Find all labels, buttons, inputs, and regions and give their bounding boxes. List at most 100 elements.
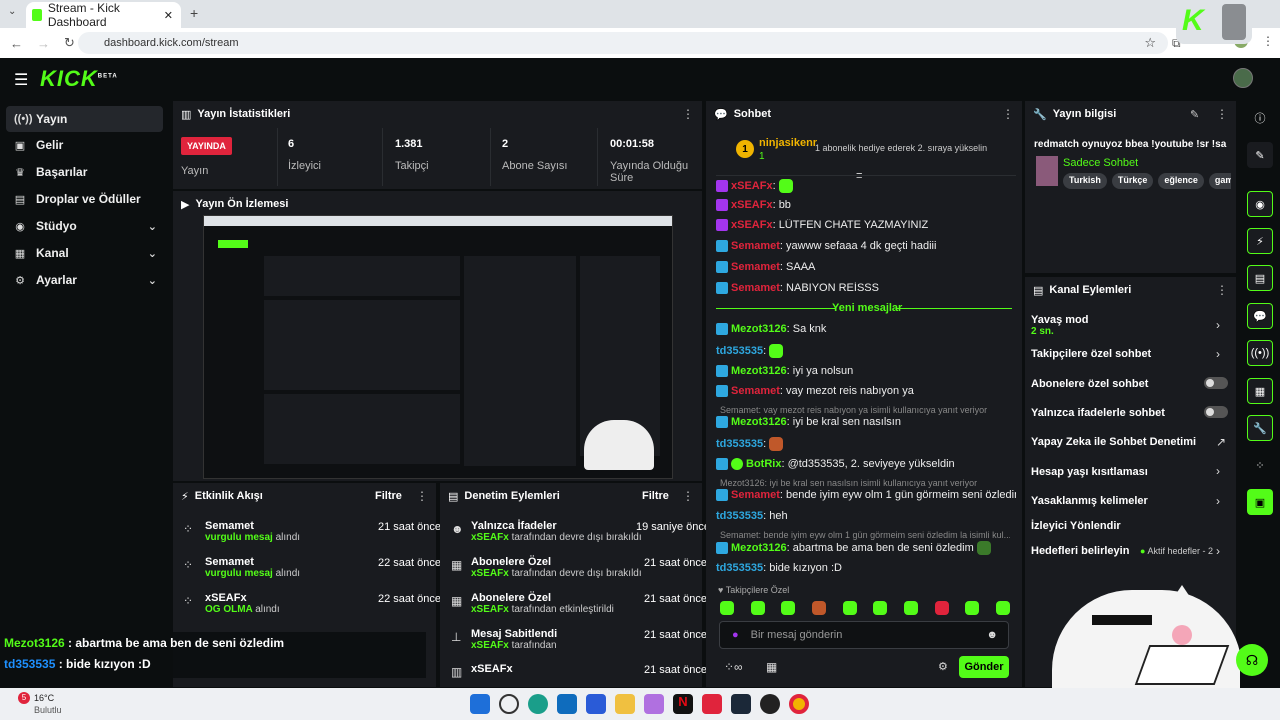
category-name[interactable]: Sadece Sohbet (1063, 157, 1138, 169)
youtube-icon[interactable] (702, 694, 722, 714)
chat-input[interactable]: ● Bir mesaj gönderin ☻ (719, 621, 1009, 649)
chat-user[interactable]: xSEAFx (731, 219, 773, 231)
kick-widget-icon[interactable]: ⁘ (1247, 452, 1273, 478)
emote-button[interactable] (995, 601, 1010, 615)
chat-user[interactable]: Mezot3126 (731, 323, 787, 335)
store-app-icon[interactable] (586, 694, 606, 714)
tag[interactable]: gamir (1208, 173, 1231, 189)
action-slow-mode[interactable]: Yavaş mod 2 sn. (1031, 314, 1088, 337)
store-icon[interactable]: ▦ (766, 660, 777, 674)
chat-user[interactable]: BotRix (746, 458, 781, 470)
copilot-icon[interactable] (644, 694, 664, 714)
action-emotes-only[interactable]: Yalnızca ifadelerle sohbet (1031, 407, 1165, 419)
emote-button[interactable] (934, 601, 949, 615)
close-tab-icon[interactable]: ✕ (164, 9, 173, 22)
browser-menu-icon[interactable]: ⋮ (1262, 34, 1274, 48)
emote-button[interactable] (873, 601, 888, 615)
more-options-icon[interactable]: ⋮ (1216, 107, 1228, 121)
sidebar-item-basarilar[interactable]: ♛ Başarılar (6, 159, 163, 185)
chat-user[interactable]: Semamet (731, 385, 780, 397)
chat-user[interactable]: Semamet (731, 282, 780, 294)
emote-button[interactable] (903, 601, 918, 615)
url-field[interactable]: dashboard.kick.com/stream ☆ (78, 32, 1168, 54)
emote-button[interactable] (781, 601, 796, 615)
more-options-icon[interactable]: ⋮ (682, 489, 694, 503)
more-options-icon[interactable]: ⋮ (1002, 107, 1014, 121)
category-thumbnail[interactable] (1036, 156, 1058, 186)
sidebar-item-gelir[interactable]: ▣ Gelir (6, 132, 163, 158)
reload-icon[interactable]: ↻ (64, 35, 75, 51)
send-button[interactable]: Gönder (959, 656, 1009, 678)
emoji-picker-icon[interactable]: ☻ (986, 629, 998, 641)
user-avatar[interactable] (1233, 68, 1253, 88)
edit-icon[interactable]: ✎ (1190, 108, 1199, 121)
action-host[interactable]: İzleyici Yönlendir (1031, 520, 1121, 532)
chat-user[interactable]: xSEAFx (731, 199, 773, 211)
emote-button[interactable] (750, 601, 765, 615)
chat-user[interactable]: td353535 (716, 510, 763, 522)
more-options-icon[interactable]: ⋮ (1216, 283, 1228, 297)
browser-tab[interactable]: Stream - Kick Dashboard ✕ (26, 1, 181, 29)
sidebar-item-ayarlar[interactable]: ⚙ Ayarlar ⌄ (6, 267, 163, 293)
more-options-icon[interactable]: ⋮ (416, 489, 428, 503)
broadcast-widget-icon[interactable]: ((•)) (1247, 340, 1273, 366)
emote-button[interactable] (811, 601, 826, 615)
start-icon[interactable] (470, 694, 490, 714)
edit-layout-icon[interactable]: ✎ (1247, 142, 1273, 168)
action-goals[interactable]: Hedefleri belirleyin (1031, 545, 1129, 557)
chat-user[interactable]: Semamet (731, 240, 780, 252)
camera-widget-icon[interactable]: ◉ (1247, 191, 1273, 217)
moderation-filter-button[interactable]: Filtre (642, 490, 669, 502)
action-ai-moderation[interactable]: Yapay Zeka ile Sohbet Denetimi (1031, 436, 1196, 448)
sidebar-item-droplar[interactable]: ▤ Droplar ve Ödüller (6, 186, 163, 212)
emote-button[interactable] (720, 601, 734, 615)
steam-icon[interactable] (731, 694, 751, 714)
chat-user[interactable]: td353535 (716, 438, 763, 450)
tab-list-icon[interactable]: ⌄ (8, 6, 16, 17)
bolt-widget-icon[interactable]: ⚡ (1247, 228, 1273, 254)
action-account-age[interactable]: Hesap yaşı kısıtlaması (1031, 466, 1148, 478)
chat-user[interactable]: Mezot3126 (731, 542, 787, 554)
netflix-icon[interactable]: N (673, 694, 693, 714)
activity-filter-button[interactable]: Filtre (375, 490, 402, 502)
chat-user[interactable]: xSEAFx (731, 180, 773, 192)
back-icon[interactable]: ← (10, 36, 23, 51)
chrome-icon[interactable] (789, 694, 809, 714)
search-icon[interactable] (499, 694, 519, 714)
stream-preview-video[interactable] (203, 215, 673, 479)
top-gifter-name[interactable]: ninjasikenr (759, 137, 817, 149)
outlook-icon[interactable] (557, 694, 577, 714)
chat-user[interactable]: Semamet (731, 261, 780, 273)
chat-user[interactable]: td353535 (716, 562, 763, 574)
channel-widget-icon[interactable]: ▦ (1247, 378, 1273, 404)
chat-user[interactable]: Semamet (731, 489, 780, 501)
apps-widget-icon[interactable]: ▣ (1247, 489, 1273, 515)
kick-logo[interactable]: KICKBETA (40, 66, 118, 92)
bookmark-star-icon[interactable]: ☆ (1144, 35, 1156, 51)
chat-widget-icon[interactable]: 💬 (1247, 303, 1273, 329)
sidebar-item-yayin[interactable]: ((•)) Yayın (6, 106, 163, 132)
more-options-icon[interactable]: ⋮ (682, 107, 694, 121)
tag[interactable]: Turkish (1063, 173, 1107, 189)
forward-icon[interactable]: → (37, 36, 50, 51)
chat-user[interactable]: td353535 (716, 345, 763, 357)
edge-icon[interactable] (528, 694, 548, 714)
obs-icon[interactable] (760, 694, 780, 714)
sidebar-item-kanal[interactable]: ▦ Kanal ⌄ (6, 240, 163, 266)
document-widget-icon[interactable]: ▤ (1247, 265, 1273, 291)
action-followers-only[interactable]: Takipçilere özel sohbet (1031, 348, 1151, 360)
new-tab-button[interactable]: + (190, 5, 198, 21)
sidebar-item-studyo[interactable]: ◉ Stüdyo ⌄ (6, 213, 163, 239)
hamburger-menu-icon[interactable]: ☰ (14, 70, 28, 90)
kick-points-icon[interactable]: ⁘∞ (724, 660, 743, 674)
subscribers-only-toggle[interactable] (1204, 377, 1228, 389)
tag[interactable]: Türkçe (1111, 173, 1154, 189)
wrench-widget-icon[interactable]: 🔧 (1247, 415, 1273, 441)
emote-button[interactable] (842, 601, 857, 615)
action-subscribers-only[interactable]: Abonelere özel sohbet (1031, 378, 1148, 390)
action-banned-words[interactable]: Yasaklanmış kelimeler (1031, 495, 1148, 507)
chat-settings-icon[interactable]: ⚙ (938, 660, 948, 673)
chat-user[interactable]: Mezot3126 (731, 365, 787, 377)
support-headset-icon[interactable]: ☊ (1236, 644, 1268, 676)
emote-button[interactable] (965, 601, 980, 615)
